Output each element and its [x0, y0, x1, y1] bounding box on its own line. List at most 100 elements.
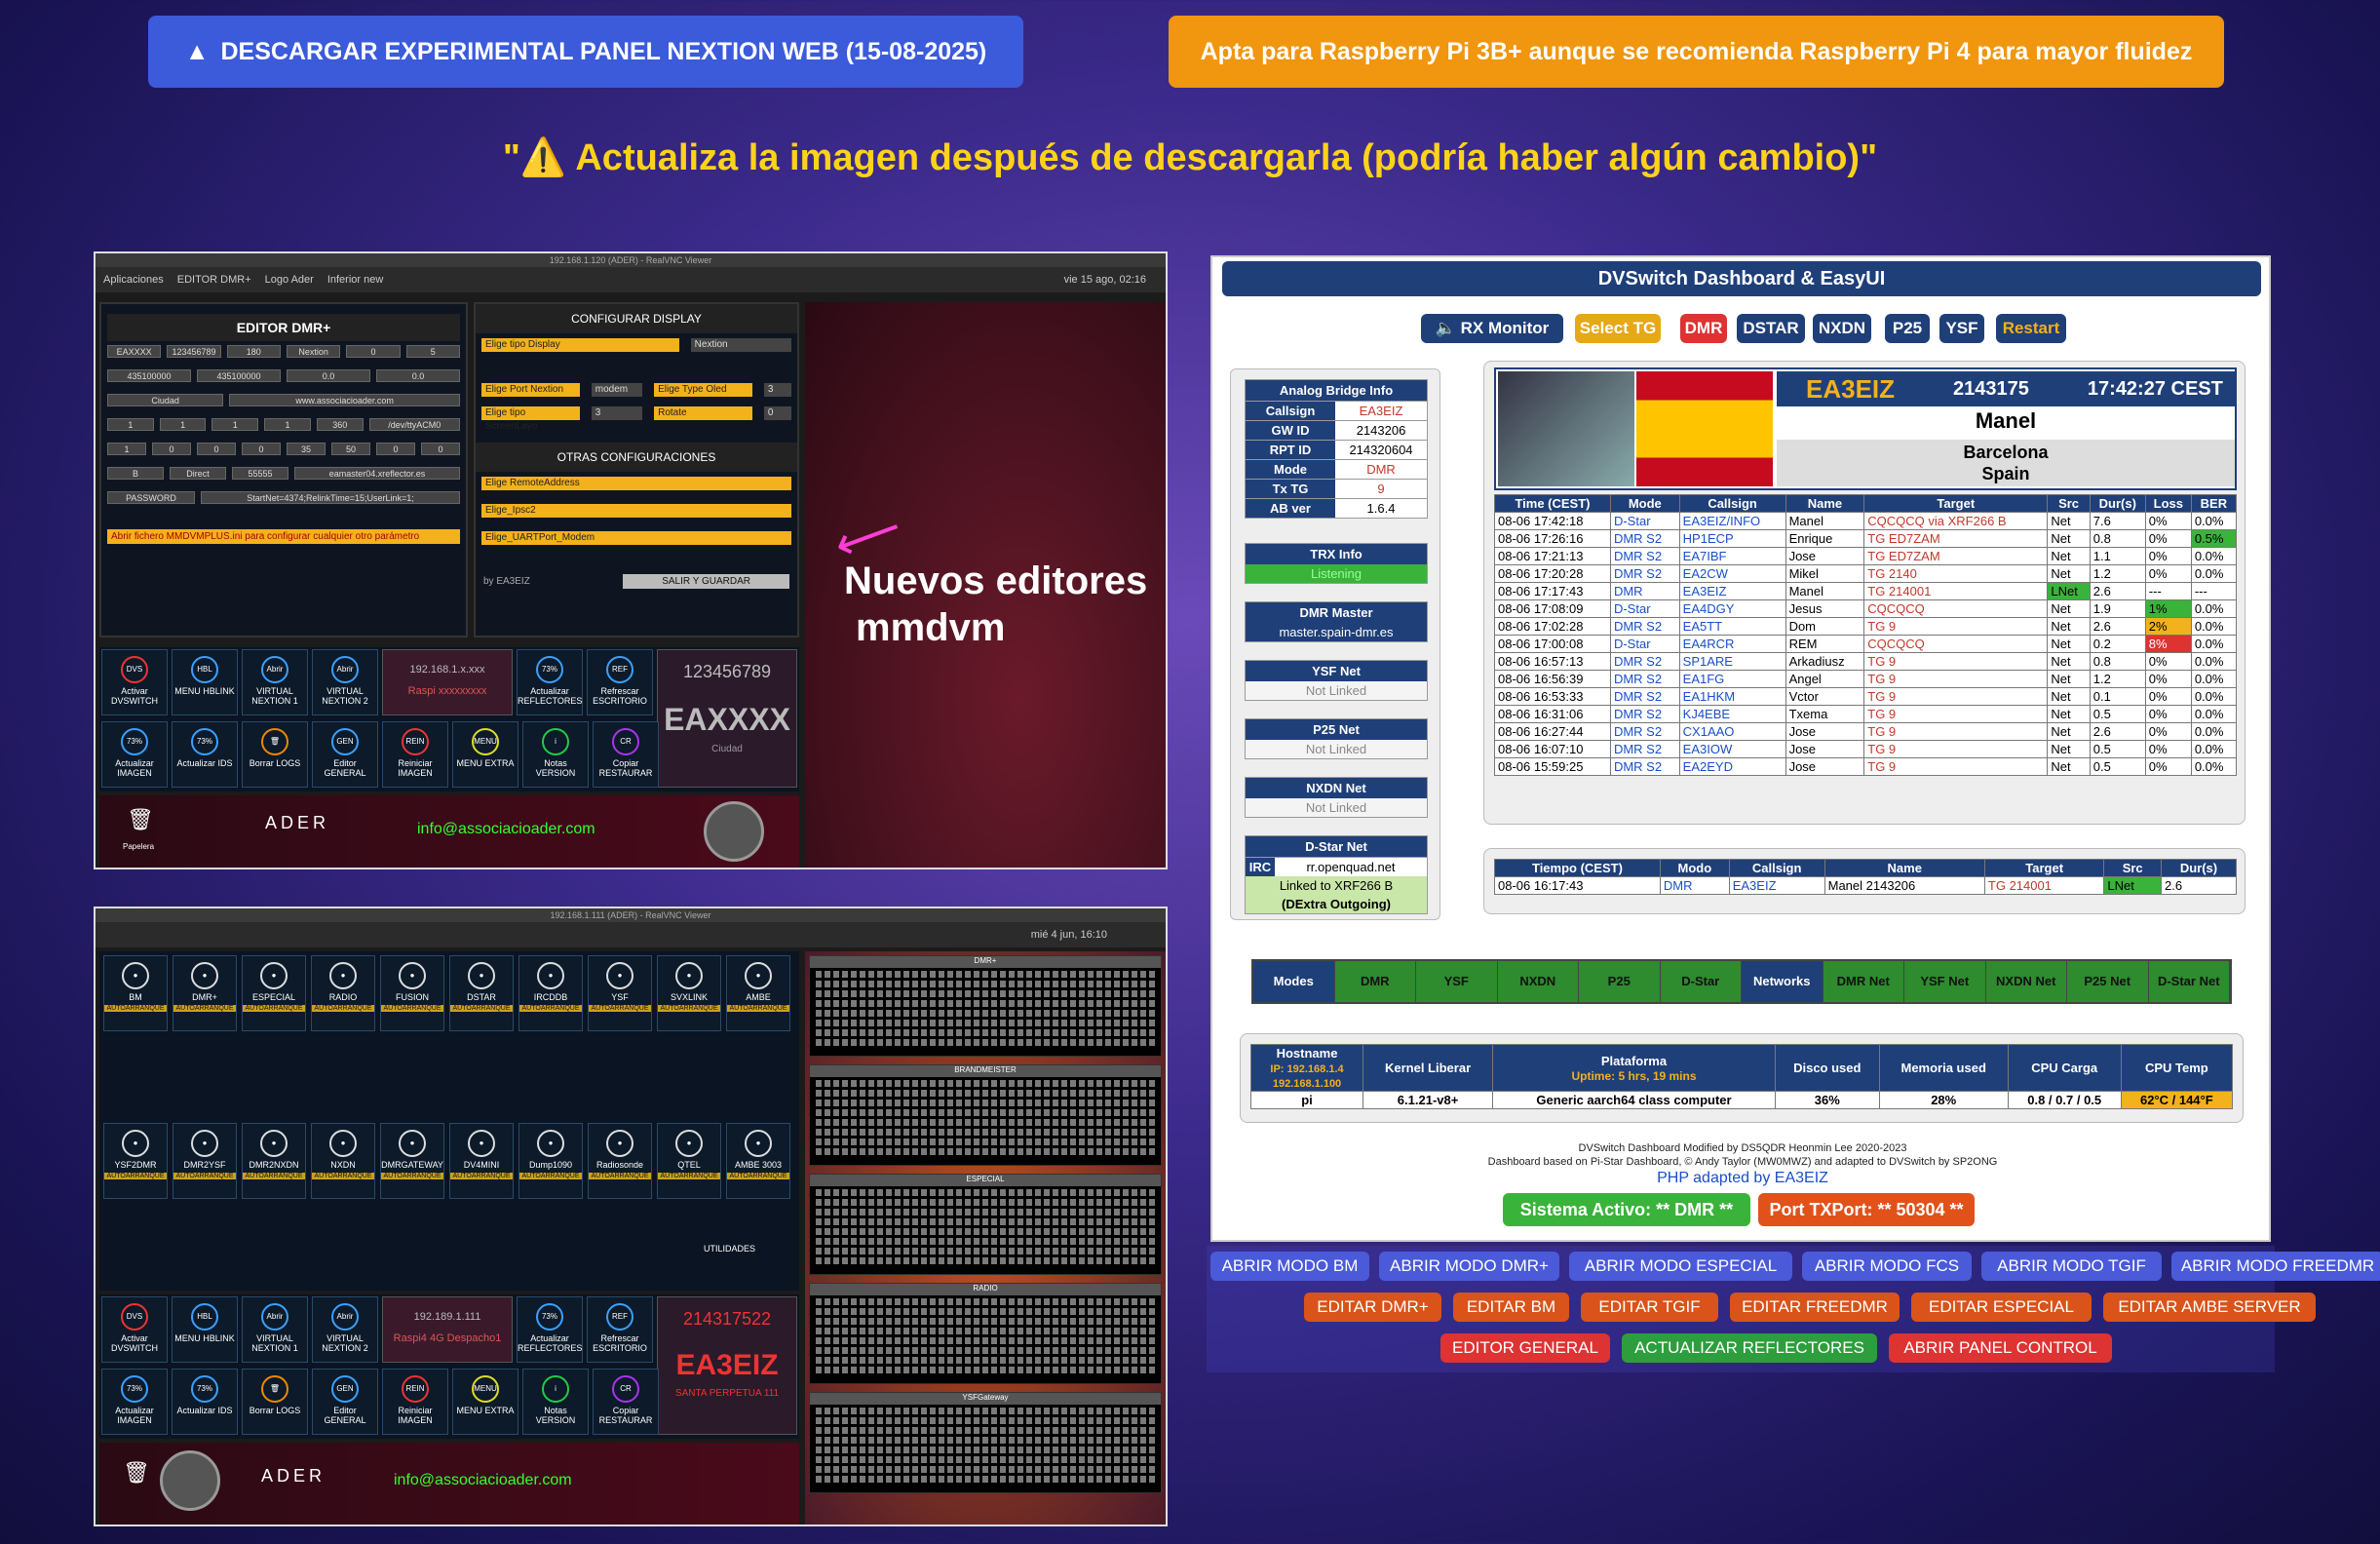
- mode-dmr-button[interactable]: DMR: [1680, 314, 1727, 343]
- trash-icon[interactable]: 🗑: [123, 1460, 150, 1486]
- mode-8-button[interactable]: ● SVXLINK AUTOARRANQUE: [657, 955, 721, 1031]
- refrescar-escritorio-button[interactable]: REF Refrescar ESCRITORIO: [587, 1296, 653, 1363]
- select-display-type[interactable]: Elige tipo Display: [481, 338, 679, 352]
- editor-general-button[interactable]: GEN Editor GENERAL: [312, 1369, 378, 1435]
- email-link[interactable]: info@associacioader.com: [417, 821, 595, 838]
- mode-5-button[interactable]: ● DV4MINI AUTOARRANQUE: [449, 1123, 514, 1199]
- mode-tab[interactable]: P25: [1579, 961, 1661, 1002]
- notas-version-button[interactable]: i Notas VERSION: [522, 1369, 589, 1435]
- menu-hblink-button[interactable]: HBL MENU HBLINK: [172, 649, 238, 715]
- field-callsign[interactable]: EAXXXX: [107, 345, 162, 358]
- mode-tab[interactable]: D-Star Net: [2148, 961, 2230, 1002]
- mode-1-button[interactable]: ● DMR+ AUTOARRANQUE: [173, 955, 237, 1031]
- mode-2-button[interactable]: ● DMR2NXDN AUTOARRANQUE: [242, 1123, 306, 1199]
- action-button[interactable]: ABRIR PANEL CONTROL: [1889, 1333, 2112, 1363]
- mode-8-button[interactable]: ● QTEL AUTOARRANQUE: [657, 1123, 721, 1199]
- field[interactable]: 0: [376, 443, 415, 455]
- action-button[interactable]: EDITAR BM: [1453, 1293, 1569, 1322]
- mode-ysf-button[interactable]: YSF: [1939, 314, 1984, 343]
- copiar-restaurar-button[interactable]: CR Copiar RESTAURAR: [593, 1369, 659, 1435]
- field-location[interactable]: Ciudad: [107, 394, 224, 406]
- actualizar-imagen-button[interactable]: 73% Actualizar IMAGEN: [101, 721, 168, 788]
- action-button[interactable]: EDITAR TGIF: [1581, 1293, 1718, 1322]
- actualizar-ids-button[interactable]: 73% Actualizar IDS: [172, 721, 238, 788]
- mode-nxdn-button[interactable]: NXDN: [1813, 314, 1871, 343]
- rx-monitor-button[interactable]: 🔈 RX Monitor: [1421, 314, 1563, 343]
- mode-tab[interactable]: D-Star: [1660, 961, 1742, 1002]
- field[interactable]: 1: [107, 443, 146, 455]
- mode-6-button[interactable]: ● IRCDDB AUTOARRANQUE: [518, 955, 583, 1031]
- field-type[interactable]: Direct: [170, 467, 226, 480]
- action-button[interactable]: ABRIR MODO FREEDMR: [2171, 1252, 2380, 1281]
- mode-4-button[interactable]: ● FUSION AUTOARRANQUE: [380, 955, 444, 1031]
- actualizar-reflectores-button[interactable]: 73% Actualizar REFLECTORES: [517, 649, 583, 715]
- field-remoteport[interactable]: 55555: [232, 467, 288, 480]
- taskbar-item[interactable]: Inferior new: [327, 274, 383, 286]
- mode-0-button[interactable]: ● YSF2DMR AUTOARRANQUE: [103, 1123, 168, 1199]
- select-tg-button[interactable]: Select TG: [1575, 314, 1661, 343]
- field[interactable]: 1: [159, 418, 207, 431]
- field-latitude[interactable]: 0.0: [287, 369, 370, 382]
- menu-hblink-button[interactable]: HBL MENU HBLINK: [172, 1296, 238, 1363]
- select-screen-layout[interactable]: Elige tipo ScreenLayo: [481, 406, 580, 432]
- activar-dvswitch-button[interactable]: DVS Activar DVSWITCH: [101, 649, 168, 715]
- field-timeout[interactable]: 180: [226, 345, 281, 358]
- field-remoteaddress[interactable]: eamaster04.xreflector.es: [294, 467, 460, 480]
- mode-p25-button[interactable]: P25: [1885, 314, 1930, 343]
- select-port-value[interactable]: modem: [591, 383, 643, 397]
- mode-9-button[interactable]: ● AMBE AUTOARRANQUE: [726, 955, 790, 1031]
- field[interactable]: 360: [316, 418, 364, 431]
- download-button[interactable]: ▲ DESCARGAR EXPERIMENTAL PANEL NEXTION W…: [148, 16, 1023, 88]
- select-remote-address[interactable]: Elige RemoteAddress: [481, 477, 791, 490]
- mode-dstar-button[interactable]: DSTAR: [1737, 314, 1805, 343]
- action-button[interactable]: EDITAR AMBE SERVER: [2103, 1293, 2316, 1322]
- field[interactable]: 50: [331, 443, 370, 455]
- mode-tab[interactable]: DMR Net: [1823, 961, 1904, 1002]
- save-exit-button[interactable]: SALIR Y GUARDAR: [623, 574, 789, 589]
- field-duplex[interactable]: 0: [346, 345, 401, 358]
- select-oled-value[interactable]: 3: [763, 383, 792, 397]
- virtual-nextion-2-button[interactable]: Abrir VIRTUAL NEXTION 2: [312, 1296, 378, 1363]
- actualizar-ids-button[interactable]: 73% Actualizar IDS: [172, 1369, 238, 1435]
- terminal-window[interactable]: YSFGateway: [809, 1392, 1162, 1493]
- field[interactable]: 0: [242, 443, 281, 455]
- terminal-window[interactable]: DMR+: [809, 955, 1162, 1057]
- copiar-restaurar-button[interactable]: CR Copiar RESTAURAR: [593, 721, 659, 788]
- taskbar-item[interactable]: EDITOR DMR+: [177, 274, 251, 286]
- field[interactable]: 1: [264, 418, 311, 431]
- action-button[interactable]: EDITAR FREEDMR: [1730, 1293, 1900, 1322]
- mode-3-button[interactable]: ● NXDN AUTOARRANQUE: [311, 1123, 375, 1199]
- select-rotate-value[interactable]: 0: [763, 406, 792, 420]
- action-button[interactable]: ABRIR MODO TGIF: [1981, 1252, 2162, 1281]
- terminal-window[interactable]: ESPECIAL: [809, 1174, 1162, 1275]
- select-display-value[interactable]: Nextion: [690, 338, 791, 352]
- email-link[interactable]: info@associacioader.com: [394, 1472, 572, 1489]
- taskbar-item[interactable]: Logo Ader: [265, 274, 314, 286]
- field[interactable]: 35: [287, 443, 326, 455]
- action-button[interactable]: ABRIR MODO FCS: [1802, 1252, 1972, 1281]
- field-uart-port[interactable]: /dev/ttyACM0: [368, 418, 461, 431]
- field-rfmodehang[interactable]: 5: [405, 345, 460, 358]
- restart-button[interactable]: Restart: [1996, 314, 2066, 343]
- trash-icon[interactable]: 🗑: [127, 807, 154, 832]
- activar-dvswitch-button[interactable]: DVS Activar DVSWITCH: [101, 1296, 168, 1363]
- mode-7-button[interactable]: ● Radiosonde AUTOARRANQUE: [588, 1123, 652, 1199]
- field[interactable]: 0: [197, 443, 236, 455]
- field-module[interactable]: B: [107, 467, 164, 480]
- field-options[interactable]: StartNet=4374;RelinkTime=15;UserLink=1;: [201, 491, 460, 504]
- mode-0-button[interactable]: ● BM AUTOARRANQUE: [103, 955, 168, 1031]
- action-button[interactable]: EDITAR ESPECIAL: [1911, 1293, 2092, 1322]
- field[interactable]: 0: [421, 443, 460, 455]
- field-longitude[interactable]: 0.0: [376, 369, 460, 382]
- field[interactable]: 0: [152, 443, 191, 455]
- action-button[interactable]: ABRIR MODO DMR+: [1379, 1252, 1559, 1281]
- field-url[interactable]: www.associacioader.com: [229, 394, 460, 406]
- menu-extra-button[interactable]: MENU MENU EXTRA: [452, 1369, 518, 1435]
- terminal-window[interactable]: BRANDMEISTER: [809, 1064, 1162, 1166]
- field-txfreq[interactable]: 435100000: [197, 369, 281, 382]
- action-button[interactable]: ABRIR MODO BM: [1210, 1252, 1369, 1281]
- taskbar-item[interactable]: Aplicaciones: [103, 274, 164, 286]
- mode-tab[interactable]: DMR: [1334, 961, 1416, 1002]
- reiniciar-imagen-button[interactable]: REIN Reiniciar IMAGEN: [382, 721, 448, 788]
- action-button[interactable]: EDITOR GENERAL: [1440, 1333, 1610, 1363]
